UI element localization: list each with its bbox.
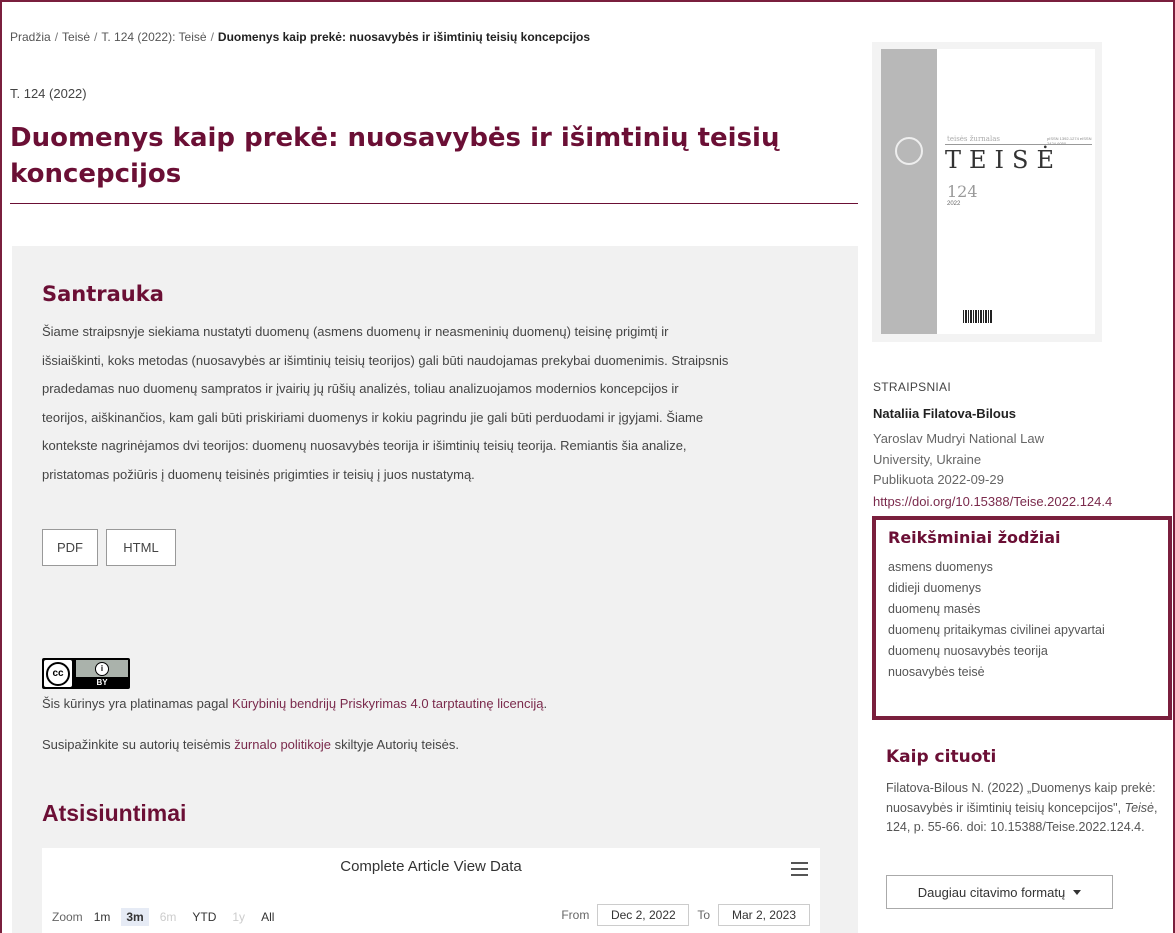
citation-text: Filatova-Bilous N. (2022) „Duomenys kaip… (886, 781, 1158, 834)
more-citation-formats-button[interactable]: Daugiau citavimo formatų (886, 875, 1113, 909)
breadcrumb-home[interactable]: Pradžia (10, 30, 51, 44)
doi-link[interactable]: https://doi.org/10.15388/Teise.2022.124.… (873, 494, 1112, 509)
keywords-heading: Reikšminiai žodžiai (888, 528, 1061, 547)
abstract-line: pristatomas požiūris į duomenų teisinės … (42, 466, 475, 482)
article-main-panel: Santrauka Šiame straipsnyje siekiama nus… (12, 246, 858, 933)
chart-title: Complete Article View Data (340, 858, 522, 875)
zoom-6m-button: 6m (159, 910, 177, 924)
breadcrumb-separator: / (54, 30, 59, 44)
keyword-item: duomenų nuosavybės teorija (888, 644, 1048, 658)
keyword-item: duomenų pritaikymas civilinei apyvartai (888, 623, 1105, 637)
article-views-chart: Complete Article View Data Zoom 1m 3m 6m… (42, 848, 820, 933)
zoom-ytd-button[interactable]: YTD (187, 908, 221, 926)
breadcrumb-current: Duomenys kaip prekė: nuosavybės ir išimt… (217, 30, 591, 44)
barcode-icon (963, 310, 993, 323)
caret-down-icon (1073, 889, 1082, 895)
zoom-label: Zoom (52, 910, 83, 924)
breadcrumb-separator: / (210, 30, 214, 44)
abstract-line: Šiame straipsnyje siekiama nustatyti duo… (42, 324, 669, 339)
breadcrumb-section[interactable]: Teisė (62, 30, 90, 44)
zoom-3m-button[interactable]: 3m (121, 908, 149, 926)
license-statement: Šis kūrinys yra platinamas pagal Kūrybin… (42, 696, 548, 711)
abstract-heading: Santrauka (42, 282, 164, 306)
abstract-text: Šiame straipsnyje siekiama nustatyti duo… (42, 318, 832, 489)
date-range-controls: From Dec 2, 2022 To Mar 2, 2023 (561, 904, 810, 926)
license-link[interactable]: Kūrybinių bendrijų Priskyrimas 4.0 tarpt… (232, 696, 543, 711)
zoom-1y-button: 1y (232, 910, 246, 924)
copyright-policy-statement: Susipažinkite su autorių teisėmis žurnal… (42, 737, 459, 752)
to-date-input[interactable]: Mar 2, 2023 (718, 904, 810, 926)
zoom-1m-button[interactable]: 1m (89, 908, 116, 926)
cover-title: TEISĖ (945, 146, 1062, 174)
title-divider (10, 203, 858, 204)
article-title: Duomenys kaip prekė: nuosavybės ir išimt… (10, 123, 780, 189)
keyword-item: didieji duomenys (888, 581, 982, 595)
hamburger-menu-icon[interactable] (791, 862, 808, 876)
published-date: Publikuota 2022-09-29 (873, 472, 1004, 487)
keywords-box: Reikšminiai žodžiai asmens duomenys didi… (872, 516, 1172, 720)
from-label: From (561, 908, 590, 922)
issue-label[interactable]: T. 124 (2022) (10, 86, 87, 101)
cc-by-license-badge[interactable]: cc i BY (42, 658, 130, 689)
section-label: STRAIPSNIAI (873, 380, 951, 394)
abstract-line: kontekste nagrinėjamos dvi teorijos: duo… (42, 438, 687, 453)
journal-policy-link[interactable]: žurnalo politikoje (234, 737, 331, 752)
author-affiliation: Yaroslav Mudryi National Law University,… (873, 431, 1044, 467)
zoom-all-button[interactable]: All (256, 908, 279, 926)
breadcrumb-separator: / (94, 30, 98, 44)
downloads-heading: Atsisiuntimai (42, 800, 187, 826)
keyword-item: duomenų masės (888, 602, 981, 616)
breadcrumb-issue[interactable]: T. 124 (2022): Teisė (101, 30, 206, 44)
keyword-item: asmens duomenys (888, 560, 993, 574)
breadcrumb: Pradžia / Teisė / T. 124 (2022): Teisė / Duome… (10, 30, 590, 44)
abstract-line: pradedamas nuo duomenų sampratos ir įvai… (42, 381, 679, 396)
attribution-icon: i (76, 660, 128, 677)
html-galley-button[interactable]: HTML (106, 529, 176, 566)
zoom-controls: Zoom 1m 3m 6m YTD 1y All (52, 908, 279, 926)
issue-cover-image[interactable]: teisės žurnalas pISSN 1392-1274 eISSN 24… (872, 42, 1102, 342)
abstract-line: išsiaiškinti, koks metodas (nuosavybės a… (42, 352, 729, 368)
cc-icon: cc (44, 660, 72, 687)
university-emblem-icon (895, 137, 923, 165)
to-label: To (697, 908, 710, 922)
cover-number: 124 (947, 182, 978, 201)
pdf-galley-button[interactable]: PDF (42, 529, 98, 566)
abstract-line: teorijos, aiškinančios, kam gali būti pr… (42, 409, 704, 425)
citation-heading: Kaip cituoti (886, 747, 997, 767)
author-name: Nataliia Filatova-Bilous (873, 406, 1017, 421)
cover-subtitle: teisės žurnalas (947, 135, 1000, 143)
from-date-input[interactable]: Dec 2, 2022 (597, 904, 690, 926)
keyword-item: nuosavybės teisė (888, 665, 985, 679)
by-label: BY (96, 678, 108, 687)
cover-year: 2022 (947, 201, 961, 207)
citation-journal: Teisė (1124, 800, 1154, 815)
